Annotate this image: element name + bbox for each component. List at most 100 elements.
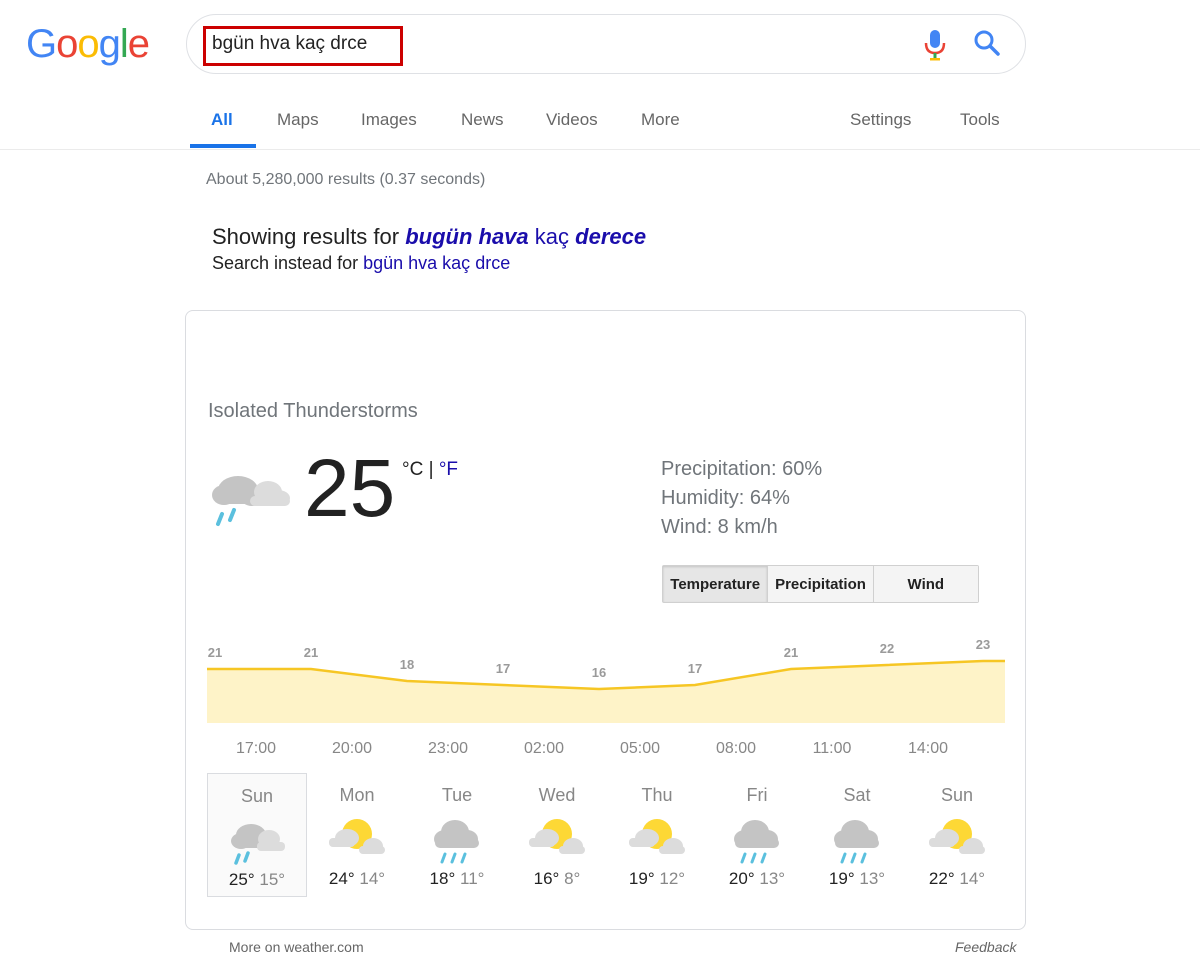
humidity-value: Humidity: 64% [661, 487, 790, 509]
low-temp: 14° [359, 869, 386, 888]
forecast-day-thu[interactable]: Thu 19° 12° [607, 773, 707, 897]
unit-separator: | [428, 459, 434, 480]
data-label: 21 [784, 645, 798, 660]
low-temp: 12° [659, 869, 686, 888]
high-temp: 18° [429, 869, 456, 888]
tab-images[interactable]: Images [361, 110, 417, 130]
unit-celsius[interactable]: °C [402, 459, 423, 480]
tab-videos[interactable]: Videos [546, 110, 598, 130]
time-tick-label: 20:00 [331, 740, 373, 757]
precipitation-value: Precipitation: 60% [661, 458, 823, 480]
forecast-day-tue[interactable]: Tue 18° 11° [407, 773, 507, 897]
day-name: Fri [746, 785, 768, 805]
day-temps: 25° 15° [208, 870, 306, 890]
data-label: 23 [976, 637, 990, 652]
weather-condition: Isolated Thunderstorms [208, 400, 418, 422]
chart-time-axis: 17:00 20:00 23:00 02:00 05:00 08:00 11:00 14:00 [207, 740, 1005, 760]
day-name: Wed [538, 785, 576, 805]
forecast-day-wed[interactable]: Wed 16° 8° [507, 773, 607, 897]
day-temps: 18° 11° [407, 869, 507, 889]
original-query-link[interactable]: bgün hva kaç drce [363, 253, 510, 273]
tab-settings[interactable]: Settings [850, 110, 911, 130]
corrected-query-link[interactable]: bugün hava kaç derece [405, 224, 646, 249]
data-label: 16 [592, 665, 606, 680]
low-temp: 13° [859, 869, 886, 888]
high-temp: 19° [828, 869, 855, 888]
day-name: Tue [441, 785, 473, 805]
time-tick-label: 11:00 [812, 740, 852, 757]
day-temps: 20° 13° [707, 869, 807, 889]
showing-prefix: Showing results for [212, 224, 400, 249]
time-tick-label: 08:00 [715, 740, 757, 757]
unit-fahrenheit[interactable]: °F [439, 459, 458, 480]
search-icon[interactable] [972, 28, 1002, 58]
instead-prefix: Search instead for [212, 253, 359, 273]
wind-tab[interactable]: Wind [873, 566, 978, 602]
chart-mode-toggle: Temperature Precipitation Wind [662, 565, 979, 603]
current-temperature: 25 [304, 443, 396, 534]
low-temp: 15° [259, 870, 286, 889]
more-on-weather-link[interactable]: More on weather.com [229, 939, 364, 955]
daily-forecast: Sun 25° 15° Mon 24° 14° Tue 18° 11° Wed 16° 8° T… [207, 773, 1007, 897]
time-tick-label: 14:00 [907, 740, 949, 757]
high-temp: 22° [928, 869, 955, 888]
result-stats: About 5,280,000 results (0.37 seconds) [206, 171, 486, 188]
day-name: Sat [843, 785, 871, 805]
logo-letter: g [98, 22, 121, 66]
high-temp: 19° [628, 869, 655, 888]
time-tick-label: 02:00 [523, 740, 565, 757]
forecast-day-mon[interactable]: Mon 24° 14° [307, 773, 407, 897]
feedback-link[interactable]: Feedback [955, 939, 1016, 955]
tab-tools[interactable]: Tools [960, 110, 1000, 130]
low-temp: 11° [460, 869, 485, 888]
data-label: 21 [208, 645, 222, 660]
search-instead-for: Search instead for bgün hva kaç drce [212, 253, 510, 274]
high-temp: 16° [533, 869, 560, 888]
forecast-day-sun[interactable]: Sun 22° 14° [907, 773, 1007, 897]
tab-news[interactable]: News [461, 110, 504, 130]
search-tabs: All Maps Images News Videos More Setting… [0, 100, 1200, 150]
thunderstorm-rain-icon [212, 476, 290, 526]
unit-toggle: °C | °F [402, 459, 458, 481]
search-query[interactable]: bgün hva kaç drce [212, 33, 367, 55]
partly-cloudy-icon [929, 819, 985, 854]
tab-more[interactable]: More [641, 110, 680, 130]
thunderstorm-rain-icon [231, 824, 285, 865]
wind-value: Wind: 8 km/h [661, 516, 778, 538]
google-logo[interactable]: Google [26, 22, 150, 67]
forecast-day-fri[interactable]: Fri 20° 13° [707, 773, 807, 897]
logo-letter: o [56, 22, 78, 66]
partly-cloudy-icon [329, 819, 385, 854]
time-tick-label: 23:00 [427, 740, 469, 757]
day-temps: 19° 12° [607, 869, 707, 889]
precipitation-tab[interactable]: Precipitation [768, 566, 874, 602]
time-tick-label: 17:00 [235, 740, 277, 757]
high-temp: 20° [728, 869, 755, 888]
forecast-day-sun[interactable]: Sun 25° 15° [207, 773, 307, 897]
day-temps: 19° 13° [807, 869, 907, 889]
weather-details: Precipitation: 60% Humidity: 64% Wind: 8… [661, 455, 822, 542]
data-label: 21 [304, 645, 318, 660]
low-temp: 8° [564, 869, 581, 888]
day-temps: 24° 14° [307, 869, 407, 889]
logo-letter: G [26, 22, 57, 66]
time-tick-label: 05:00 [619, 740, 661, 757]
data-label: 17 [496, 661, 510, 676]
day-name: Sun [940, 785, 974, 805]
day-name: Sun [240, 786, 274, 806]
showing-results-for: Showing results for bugün hava kaç derec… [212, 224, 646, 250]
tab-maps[interactable]: Maps [277, 110, 319, 130]
day-name: Mon [339, 785, 375, 805]
corrected-term-1: bugün hava [405, 224, 529, 249]
microphone-icon[interactable] [922, 28, 948, 62]
forecast-day-sat[interactable]: Sat 19° 13° [807, 773, 907, 897]
logo-letter: e [127, 22, 150, 66]
corrected-term-2: kaç [534, 224, 570, 249]
tab-all[interactable]: All [211, 110, 233, 130]
cloud-rain-icon [434, 820, 479, 864]
partly-cloudy-icon [529, 819, 585, 854]
logo-letter: l [119, 22, 129, 66]
low-temp: 13° [759, 869, 786, 888]
active-tab-indicator [190, 144, 256, 148]
temperature-tab[interactable]: Temperature [663, 566, 769, 602]
